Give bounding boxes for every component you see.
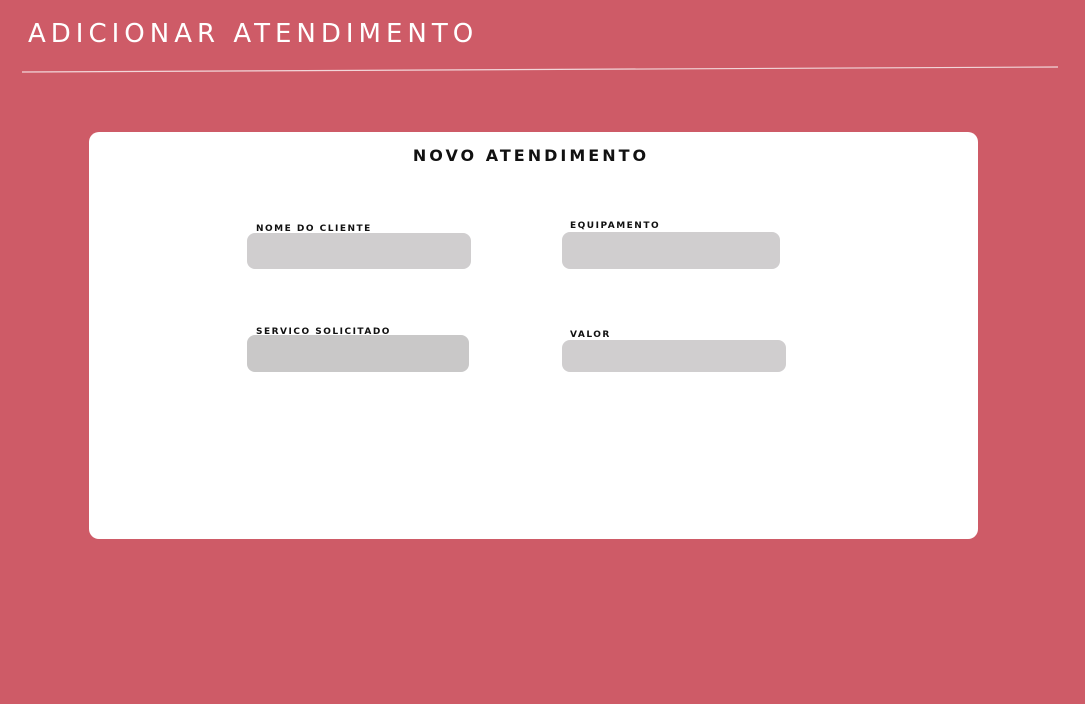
requested-service-input[interactable] bbox=[247, 335, 469, 372]
equipment-label: EQUIPAMENTO bbox=[570, 221, 661, 231]
page-title: ADICIONAR ATENDIMENTO bbox=[28, 19, 479, 49]
form-card: NOVO ATENDIMENTO NOME DO CLIENTE EQUIPAM… bbox=[89, 132, 978, 539]
form-title: NOVO ATENDIMENTO bbox=[412, 146, 650, 165]
client-name-input[interactable] bbox=[247, 233, 471, 269]
header-divider bbox=[22, 66, 1058, 73]
value-input[interactable] bbox=[562, 340, 786, 372]
equipment-input[interactable] bbox=[562, 232, 780, 269]
